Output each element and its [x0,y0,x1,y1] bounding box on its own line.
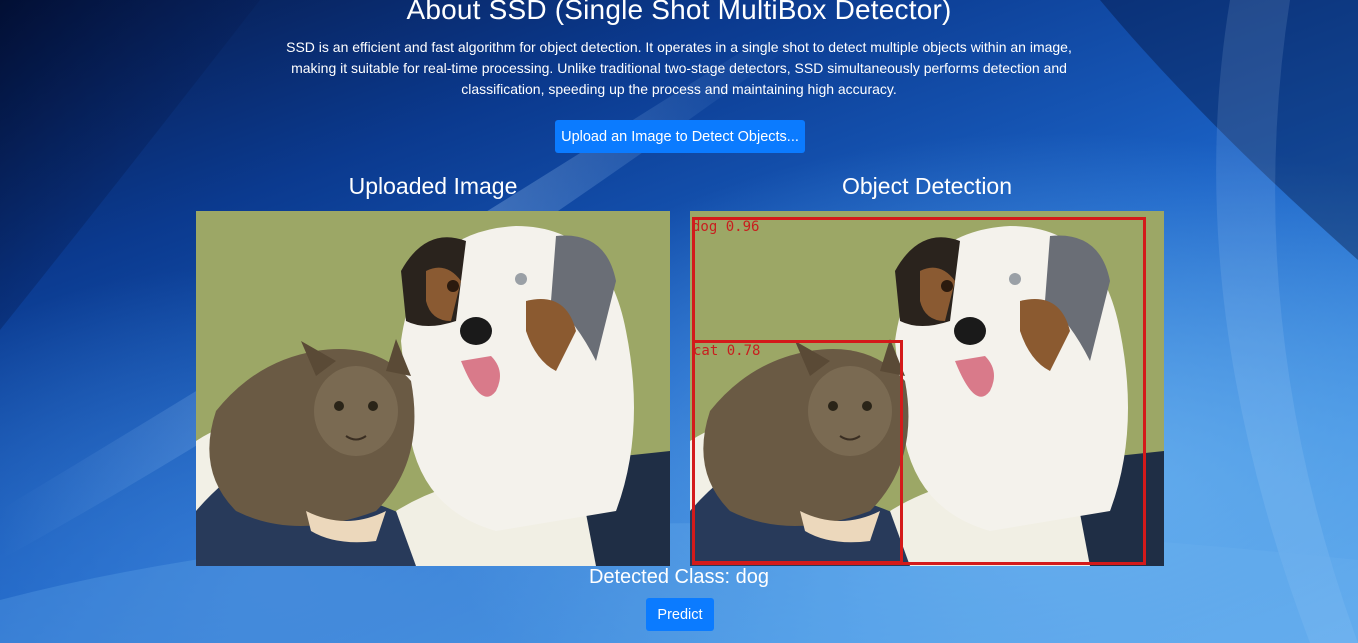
cat-bounding-box [692,340,903,564]
description-text: SSD is an efficient and fast algorithm f… [286,39,1072,97]
detected-class-text: Detected Class: dog [588,566,770,588]
predict-button[interactable]: Predict [646,598,714,631]
dog-detection-label: dog 0.96 [692,219,760,235]
uploaded-image [196,211,670,566]
object-detection-title: Object Detection [841,173,1013,199]
upload-image-button[interactable]: Upload an Image to Detect Objects... [555,120,805,153]
uploaded-image-title: Uploaded Image [348,173,518,199]
page-title: About SSD (Single Shot MultiBox Detector… [406,0,952,25]
page-content: About SSD (Single Shot MultiBox Detector… [0,0,1358,643]
cat-detection-label: cat 0.78 [693,343,761,359]
detection-image: dog 0.96 cat 0.78 [690,211,1164,566]
